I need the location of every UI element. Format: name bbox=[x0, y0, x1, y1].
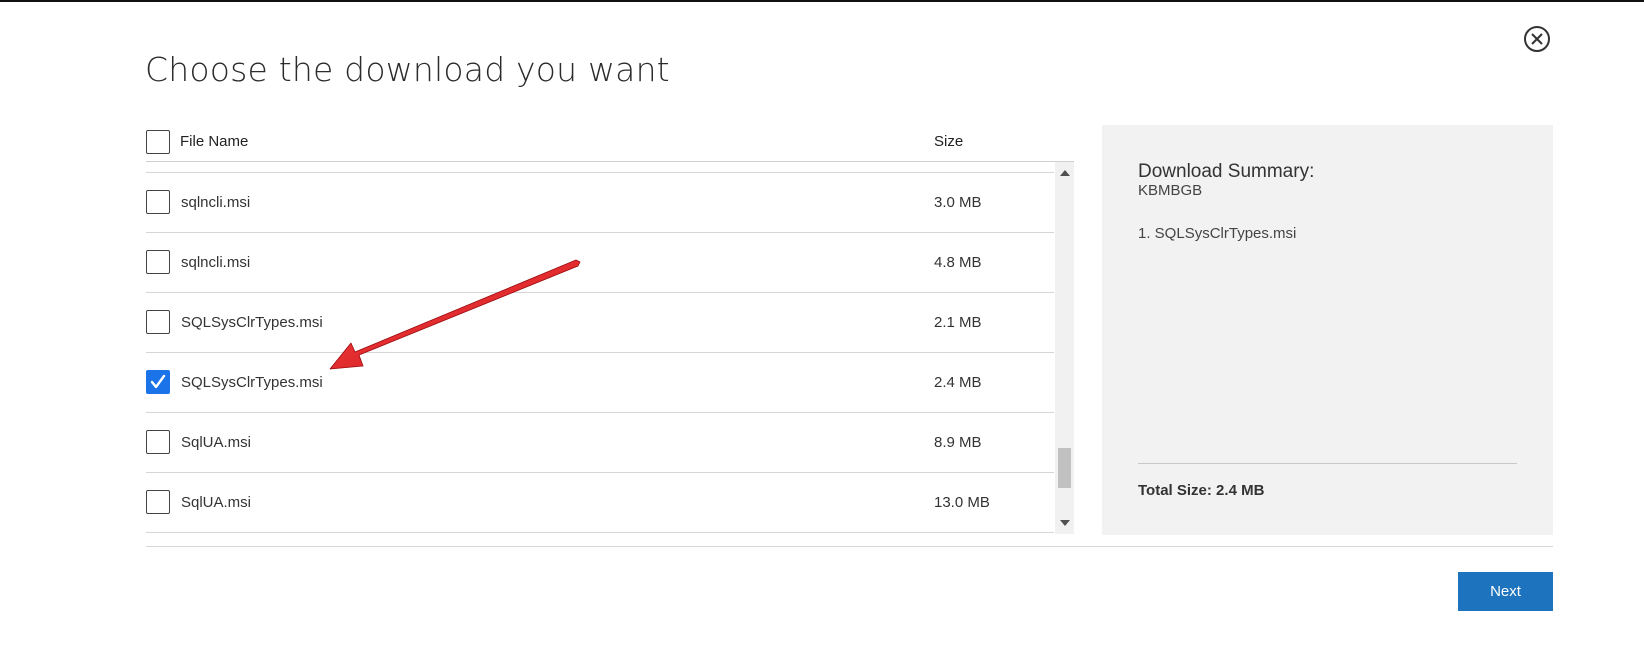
next-button[interactable]: Next bbox=[1458, 572, 1553, 611]
file-name: sqlncli.msi bbox=[181, 194, 251, 211]
download-summary-panel: Download Summary: KBMBGB 1. SQLSysClrTyp… bbox=[1102, 125, 1553, 535]
select-all-checkbox[interactable] bbox=[146, 130, 170, 154]
table-row[interactable]: SQLSysClrTypes.msi 2.4 MB bbox=[146, 353, 1054, 413]
file-name: SQLSysClrTypes.msi bbox=[181, 314, 323, 331]
scroll-thumb[interactable] bbox=[1058, 448, 1071, 488]
footer-divider bbox=[146, 546, 1553, 547]
top-border bbox=[0, 0, 1644, 2]
close-button[interactable] bbox=[1524, 26, 1550, 52]
row-checkbox[interactable] bbox=[146, 370, 170, 394]
summary-kb-label: KBMBGB bbox=[1138, 182, 1203, 199]
table-row[interactable]: sqlncli.msi 3.0 MB bbox=[146, 173, 1054, 233]
row-checkbox[interactable] bbox=[146, 430, 170, 454]
file-size: 13.0 MB bbox=[934, 494, 990, 511]
file-name-column-header: File Name bbox=[180, 133, 249, 150]
file-size: 8.9 MB bbox=[934, 434, 982, 451]
table-row[interactable]: SqlUA.msi 8.9 MB bbox=[146, 413, 1054, 473]
file-size: 2.4 MB bbox=[934, 374, 982, 391]
total-size: Total Size: 2.4 MB bbox=[1138, 482, 1265, 499]
size-column-header: Size bbox=[934, 133, 964, 150]
file-size: 2.1 MB bbox=[934, 314, 982, 331]
summary-divider bbox=[1138, 463, 1517, 464]
file-name: SQLSysClrTypes.msi bbox=[181, 374, 323, 391]
file-name: sqlncli.msi bbox=[181, 254, 251, 271]
scroll-up-arrow-icon[interactable] bbox=[1060, 170, 1070, 176]
file-size: 4.8 MB bbox=[934, 254, 982, 271]
table-row[interactable]: sqlncli.msi 4.8 MB bbox=[146, 233, 1054, 293]
row-checkbox[interactable] bbox=[146, 190, 170, 214]
table-row[interactable]: SqlUA.msi 13.0 MB bbox=[146, 473, 1054, 533]
file-name: SqlUA.msi bbox=[181, 494, 252, 511]
row-checkbox[interactable] bbox=[146, 310, 170, 334]
file-name: SqlUA.msi bbox=[181, 434, 252, 451]
scroll-down-arrow-icon[interactable] bbox=[1060, 520, 1070, 526]
table-row[interactable]: SQLSysClrTypes.msi 2.1 MB bbox=[146, 293, 1054, 353]
file-size: 3.0 MB bbox=[934, 194, 982, 211]
page-title: Choose the download you want bbox=[145, 50, 670, 89]
row-checkbox[interactable] bbox=[146, 250, 170, 274]
row-checkbox[interactable] bbox=[146, 490, 170, 514]
list-scrollbar[interactable] bbox=[1055, 162, 1074, 534]
table-header: File Name Size bbox=[146, 126, 1074, 162]
summary-item: 1. SQLSysClrTypes.msi bbox=[1138, 225, 1297, 242]
close-icon bbox=[1531, 33, 1543, 45]
file-list[interactable]: sqlncli.msi 3.0 MB sqlncli.msi 4.8 MB SQ… bbox=[146, 162, 1074, 534]
summary-title: Download Summary: bbox=[1138, 161, 1315, 182]
checkmark-icon bbox=[150, 374, 166, 389]
